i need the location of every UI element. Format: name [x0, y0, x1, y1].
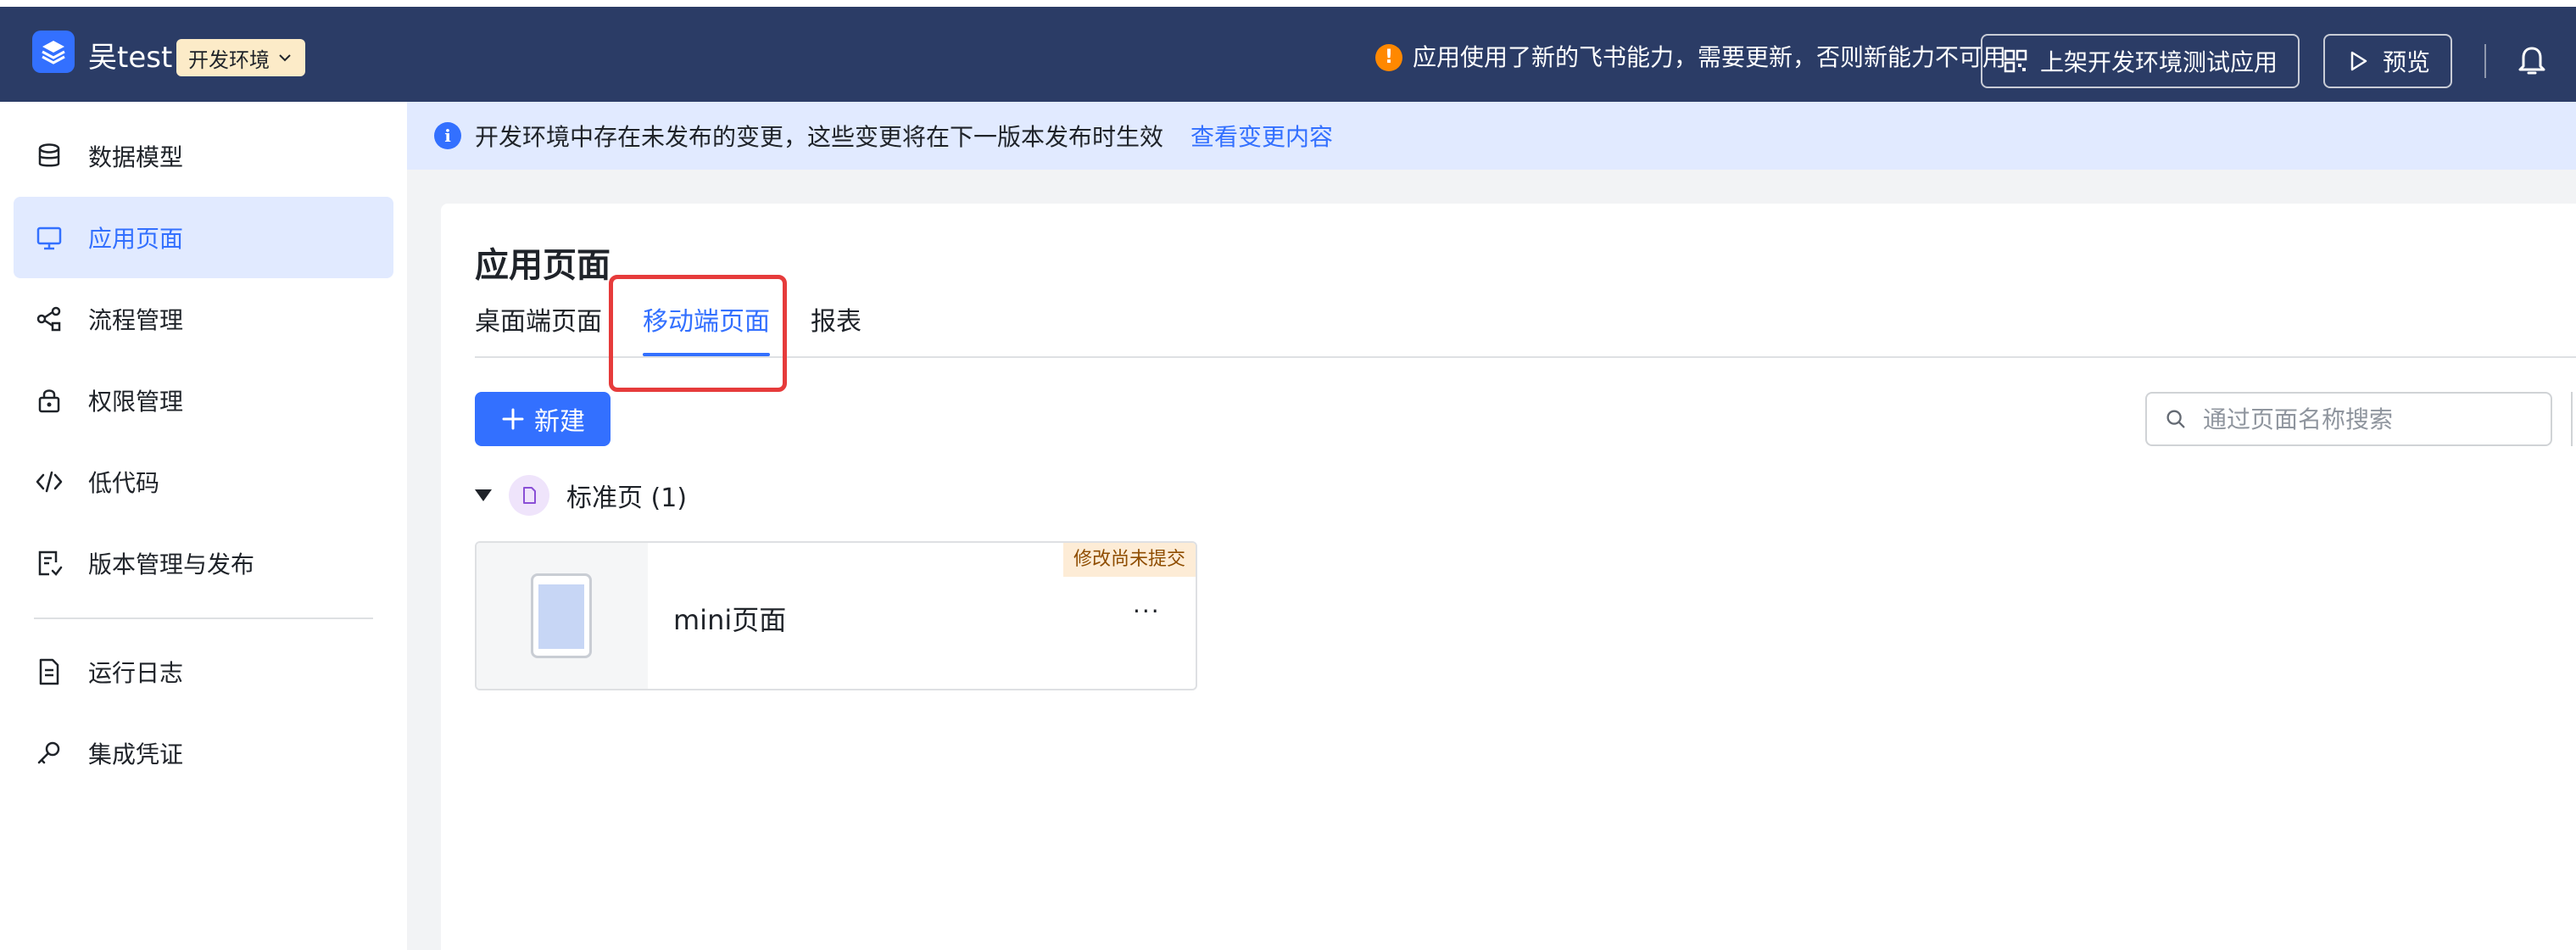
code-icon — [36, 471, 63, 493]
top-bar: 吴test 开发环境 ! 应用使用了新的飞书能力，需要更新，否则新能力不可用 上… — [0, 0, 2576, 102]
database-icon — [38, 143, 60, 167]
publish-test-app-button[interactable]: 上架开发环境测试应用 — [1981, 34, 2300, 88]
tab-desktop-pages[interactable]: 桌面端页面 — [475, 295, 602, 356]
app-logo-icon[interactable] — [32, 31, 75, 73]
info-icon: i — [434, 122, 461, 149]
key-icon — [37, 741, 60, 764]
tabs-divider — [475, 356, 2576, 358]
sidebar-item-label: 数据模型 — [88, 143, 184, 171]
mobile-phone-icon — [531, 573, 592, 658]
search-input[interactable] — [2203, 405, 2525, 433]
bell-icon[interactable] — [2515, 44, 2549, 78]
caret-down-icon[interactable] — [475, 489, 492, 501]
app-name[interactable]: 吴test — [88, 41, 172, 75]
lock-icon — [38, 389, 60, 413]
sidebar-divider — [34, 618, 373, 619]
version-icon — [38, 550, 63, 576]
highlight-annotation — [609, 275, 787, 392]
sidebar-item-label: 应用页面 — [88, 225, 184, 253]
sidebar-item-label: 运行日志 — [88, 659, 184, 687]
top-bar-inner: 吴test 开发环境 ! 应用使用了新的飞书能力，需要更新，否则新能力不可用 上… — [0, 7, 2576, 102]
sidebar-item-label: 流程管理 — [88, 306, 184, 334]
sidebar: 数据模型 应用页面 流程管理 权限管理 低代码 版本管理与发布 运行日志 集成凭… — [0, 102, 407, 950]
more-options-icon[interactable]: ··· — [1133, 597, 1161, 625]
qr-code-icon — [2004, 49, 2027, 73]
page-card[interactable]: mini页面 ··· 修改尚未提交 — [475, 541, 1197, 690]
info-banner-text: 开发环境中存在未发布的变更，这些变更将在下一版本发布时生效 — [475, 123, 1164, 151]
uncommitted-badge: 修改尚未提交 — [1062, 543, 1196, 577]
search-icon — [2166, 410, 2185, 428]
publish-test-app-label: 上架开发环境测试应用 — [2040, 48, 2278, 76]
update-notice: ! 应用使用了新的飞书能力，需要更新，否则新能力不可用 — [1374, 37, 2006, 78]
page-card-name: mini页面 — [673, 604, 787, 636]
search-box — [2145, 392, 2552, 446]
sidebar-item-label: 集成凭证 — [88, 740, 184, 768]
document-icon — [39, 658, 59, 685]
sidebar-item-app-pages[interactable]: 应用页面 — [14, 197, 393, 278]
env-label: 开发环境 — [188, 48, 270, 72]
sidebar-item-run-logs[interactable]: 运行日志 — [14, 631, 393, 712]
sidebar-item-data-model[interactable]: 数据模型 — [14, 115, 393, 197]
info-banner: i 开发环境中存在未发布的变更，这些变更将在下一版本发布时生效 查看变更内容 — [407, 102, 2576, 170]
plus-icon — [502, 408, 524, 430]
page-title: 应用页面 — [475, 246, 611, 285]
sidebar-item-permissions[interactable]: 权限管理 — [14, 360, 393, 441]
sidebar-item-workflow[interactable]: 流程管理 — [14, 278, 393, 360]
play-icon — [2350, 51, 2367, 71]
env-selector[interactable]: 开发环境 — [176, 39, 305, 76]
header-divider — [2484, 44, 2486, 78]
view-changes-link[interactable]: 查看变更内容 — [1190, 119, 1333, 153]
page-thumbnail — [477, 543, 648, 689]
sidebar-item-credentials[interactable]: 集成凭证 — [14, 712, 393, 794]
tab-reports[interactable]: 报表 — [811, 295, 861, 356]
chevron-down-icon — [279, 54, 291, 62]
sidebar-item-low-code[interactable]: 低代码 — [14, 441, 393, 522]
preview-button[interactable]: 预览 — [2323, 34, 2453, 88]
app-pages-panel: 应用页面 桌面端页面 移动端页面 报表 新建 标准页 (1) — [441, 204, 2576, 950]
page-group-title: 标准页 (1) — [566, 483, 688, 513]
filter-button-edge[interactable] — [2571, 392, 2576, 446]
sidebar-item-label: 低代码 — [88, 469, 160, 497]
sidebar-item-label: 版本管理与发布 — [88, 550, 255, 578]
phone-screen — [538, 584, 584, 649]
page-icon — [509, 475, 549, 516]
update-notice-text: 应用使用了新的飞书能力，需要更新，否则新能力不可用 — [1412, 43, 2006, 71]
sidebar-item-label: 权限管理 — [88, 388, 184, 416]
preview-label: 预览 — [2383, 48, 2431, 76]
monitor-icon — [36, 226, 62, 250]
sidebar-item-version-release[interactable]: 版本管理与发布 — [14, 522, 393, 604]
page-group-header[interactable]: 标准页 (1) — [475, 473, 687, 517]
new-page-button[interactable]: 新建 — [475, 392, 611, 446]
workflow-icon — [36, 306, 61, 332]
new-page-label: 新建 — [534, 407, 585, 437]
warning-icon: ! — [1374, 44, 1402, 71]
